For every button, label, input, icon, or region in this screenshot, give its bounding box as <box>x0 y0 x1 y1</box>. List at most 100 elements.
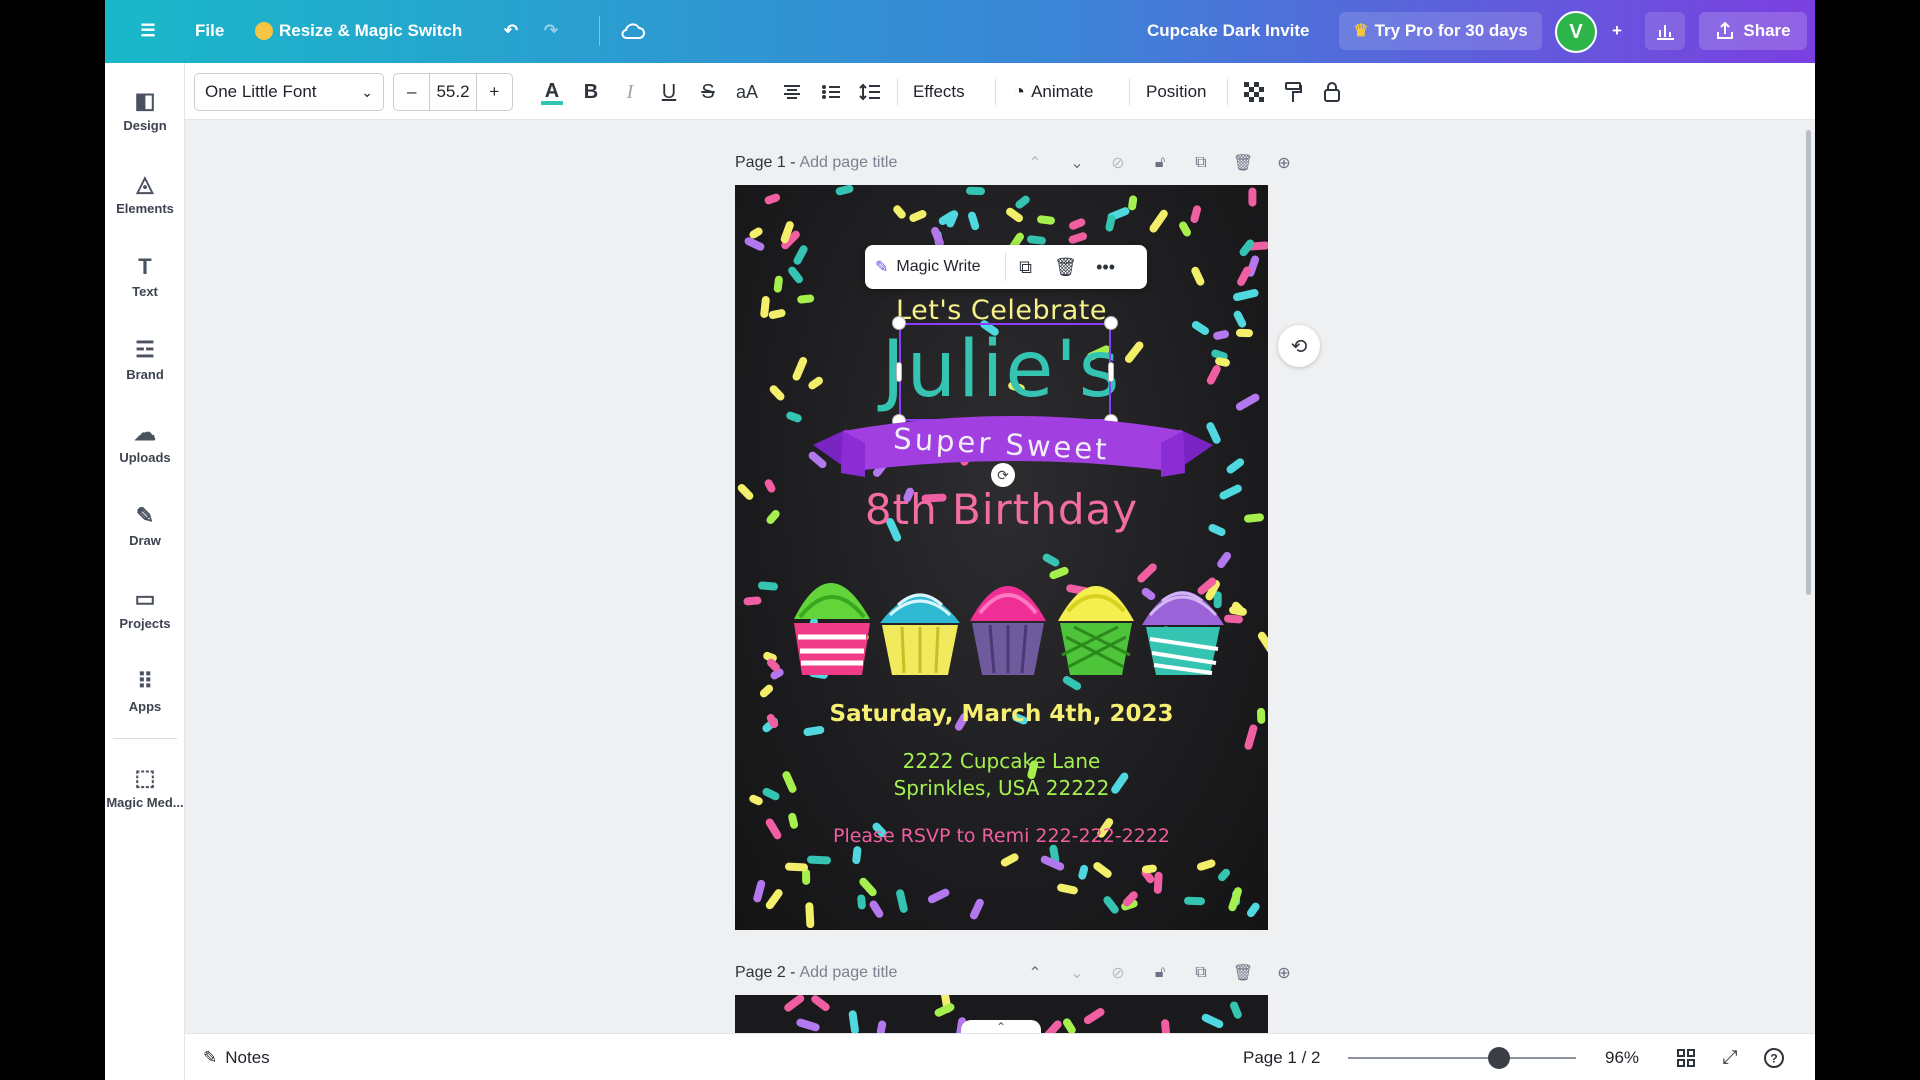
bold-icon[interactable]: B <box>574 73 608 111</box>
lock-page-icon[interactable]: 🔓︎ <box>1146 149 1174 177</box>
rotate-icon[interactable]: ⟳ <box>991 463 1015 487</box>
sidebar-item-text[interactable]: T Text <box>105 241 185 311</box>
delete-icon[interactable]: 🗑︎ <box>1046 257 1086 278</box>
sprinkle <box>1161 1018 1172 1033</box>
magic-write-button[interactable]: ✎ Magic Write <box>875 253 1006 281</box>
try-pro-label: Try Pro for 30 days <box>1374 21 1528 40</box>
sidebar-item-apps[interactable]: ⠿ Apps <box>105 656 185 726</box>
sprinkle <box>752 879 766 903</box>
animate-button[interactable]: ◔ Animate <box>1013 73 1093 111</box>
duplicate-page-icon[interactable]: ⧉ <box>1187 959 1215 987</box>
add-collaborator-icon[interactable]: + <box>1602 12 1632 50</box>
regenerate-icon[interactable]: ⟲ <box>1278 325 1320 367</box>
decrease-font-size-button[interactable]: – <box>394 74 429 110</box>
svg-text:?: ? <box>1770 1052 1777 1066</box>
try-pro-button[interactable]: ♛ Try Pro for 30 days <box>1339 12 1542 50</box>
document-title[interactable]: Cupcake Dark Invite <box>1147 12 1310 50</box>
sidebar-item-draw[interactable]: ✎ Draw <box>105 490 185 560</box>
redo-icon[interactable]: ↷ <box>533 12 569 50</box>
spacing-icon[interactable] <box>853 73 887 111</box>
duplicate-page-icon[interactable]: ⧉ <box>1187 149 1215 177</box>
page-indicator-button[interactable]: Page 1 / 2 <box>1243 1044 1321 1072</box>
sidebar-item-uploads[interactable]: ☁ Uploads <box>105 407 185 477</box>
zoom-level-button[interactable]: 96% <box>1605 1044 1639 1072</box>
rsvp-text[interactable]: Please RSVP to Remi 222-222-2222 <box>735 825 1268 847</box>
delete-page-icon[interactable]: 🗑︎ <box>1229 149 1257 177</box>
notes-icon: ✎ <box>203 1048 218 1067</box>
grid-view-icon[interactable] <box>1671 1044 1701 1072</box>
sidebar-item-brand[interactable]: ☲ Brand <box>105 324 185 394</box>
letter-case-icon[interactable]: aA <box>730 73 764 111</box>
fullscreen-icon[interactable]: ⤢ <box>1715 1044 1745 1072</box>
resize-handle-tl[interactable] <box>892 316 906 330</box>
lock-icon[interactable] <box>1315 73 1349 111</box>
resize-handle-tr[interactable] <box>1104 316 1118 330</box>
sprinkle <box>1153 872 1163 895</box>
transparency-icon[interactable] <box>1237 73 1271 111</box>
text-color-button[interactable]: A <box>535 73 569 111</box>
resize-magic-switch-button[interactable]: Resize & Magic Switch <box>255 12 462 50</box>
position-button[interactable]: Position <box>1146 73 1206 111</box>
zoom-slider-track[interactable] <box>1348 1057 1576 1059</box>
address-line-1-text[interactable]: 2222 Cupcake Lane <box>735 749 1268 773</box>
lets-celebrate-text[interactable]: Let's Celebrate <box>735 295 1268 326</box>
invite-page-1[interactable]: Let's Celebrate Julie's Super Sweet ⟳ 8t… <box>735 185 1268 930</box>
magic-wand-icon: ✎ <box>875 259 889 276</box>
page-move-down-icon[interactable]: ⌄ <box>1063 149 1091 177</box>
zoom-slider-thumb[interactable] <box>1488 1047 1510 1069</box>
sprinkle <box>1056 883 1079 896</box>
insights-chart-icon[interactable] <box>1645 12 1685 50</box>
hide-page-icon[interactable]: ⊘ <box>1104 149 1132 177</box>
share-button[interactable]: Share <box>1699 12 1807 50</box>
font-size-stepper: – 55.2 + <box>393 73 513 111</box>
page-move-up-icon[interactable]: ⌃ <box>1021 149 1049 177</box>
sidebar-item-design[interactable]: ◧ Design <box>105 75 185 145</box>
lock-page-icon[interactable]: 🔓︎ <box>1146 959 1174 987</box>
font-size-input[interactable]: 55.2 <box>429 74 477 110</box>
page-move-up-icon[interactable]: ⌃ <box>1021 959 1049 987</box>
toolbar-divider <box>1227 79 1228 105</box>
resize-handle-right[interactable] <box>1108 362 1114 382</box>
undo-icon[interactable]: ↶ <box>493 12 529 50</box>
animate-icon: ◔ <box>1013 80 1026 103</box>
effects-button[interactable]: Effects <box>913 73 965 111</box>
strikethrough-icon[interactable]: S <box>691 73 725 111</box>
page-2-title-input[interactable]: Add page title <box>799 964 897 982</box>
delete-page-icon[interactable]: 🗑︎ <box>1229 959 1257 987</box>
birthday-text[interactable]: 8th Birthday <box>735 485 1268 534</box>
resize-handle-left[interactable] <box>896 362 902 382</box>
sprinkle <box>1148 208 1170 235</box>
menu-icon[interactable]: ☰ <box>131 12 165 50</box>
sprinkle <box>1127 194 1139 211</box>
sprinkle <box>1067 230 1089 245</box>
add-page-icon[interactable]: ⊕ <box>1270 149 1298 177</box>
cloud-save-icon[interactable] <box>615 12 651 50</box>
page-move-down-icon[interactable]: ⌄ <box>1063 959 1091 987</box>
sidebar-item-magic-media[interactable]: ⬚ Magic Med... <box>105 752 185 822</box>
help-icon[interactable]: ? <box>1759 1044 1789 1072</box>
user-avatar[interactable]: V <box>1555 11 1597 53</box>
chevron-up-icon[interactable]: ⌃ <box>961 1020 1041 1033</box>
sprinkle <box>892 203 908 221</box>
address-line-2-text[interactable]: Sprinkles, USA 22222 <box>735 776 1268 800</box>
list-icon[interactable] <box>814 73 848 111</box>
sidebar-item-elements[interactable]: ◬ Elements <box>105 158 185 228</box>
event-date-text[interactable]: Saturday, March 4th, 2023 <box>735 701 1268 727</box>
hide-page-icon[interactable]: ⊘ <box>1104 959 1132 987</box>
notes-button[interactable]: ✎ Notes <box>203 1044 270 1072</box>
sidebar-item-projects[interactable]: ▭ Projects <box>105 573 185 643</box>
underline-icon[interactable]: U <box>652 73 686 111</box>
file-menu-button[interactable]: File <box>195 12 224 50</box>
page-1-title-input[interactable]: Add page title <box>799 154 897 172</box>
duplicate-icon[interactable]: ⧉ <box>1006 257 1046 278</box>
italic-icon[interactable]: I <box>613 73 647 111</box>
increase-font-size-button[interactable]: + <box>477 74 512 110</box>
align-center-icon[interactable] <box>775 73 809 111</box>
font-family-select[interactable]: One Little Font ⌄ <box>194 73 384 111</box>
add-page-icon[interactable]: ⊕ <box>1270 959 1298 987</box>
vertical-scrollbar[interactable] <box>1806 130 1811 595</box>
cupcakes-illustration[interactable] <box>790 557 1230 682</box>
paint-roller-icon[interactable] <box>1276 73 1310 111</box>
more-options-icon[interactable]: ••• <box>1086 257 1126 278</box>
sidebar-label: Magic Med... <box>106 794 184 810</box>
